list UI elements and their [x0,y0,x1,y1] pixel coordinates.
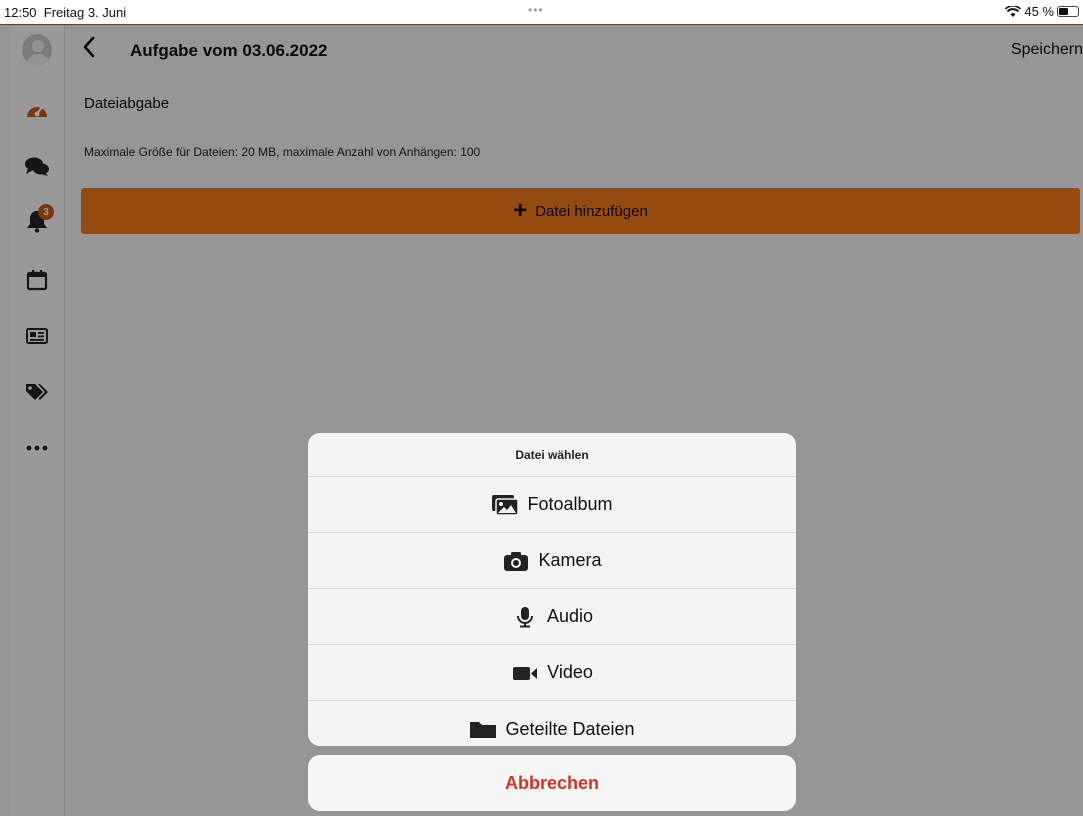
microphone-icon [516,606,533,627]
option-audio[interactable]: Audio [308,589,796,645]
status-bar: 12:50 Freitag 3. Juni ••• 45 % [0,0,1083,24]
cancel-button[interactable]: Abbrechen [308,755,796,811]
option-label: Audio [546,606,594,626]
option-video[interactable]: Video [308,645,796,701]
battery-percent: 45 % [1024,4,1054,19]
battery-icon [1057,6,1079,17]
option-label: Geteilte Dateien [505,718,635,739]
option-shared-files[interactable]: Geteilte Dateien [308,701,796,746]
option-camera[interactable]: Kamera [308,533,796,589]
option-label: Kamera [538,550,602,570]
option-label: Fotoalbum [527,494,613,514]
option-photo-album[interactable]: Fotoalbum [308,477,796,533]
status-right: 45 % [1005,4,1079,19]
option-label: Video [547,662,593,682]
sheet-title: Datei wählen [308,433,796,477]
multitasking-dots[interactable]: ••• [528,3,544,17]
file-picker-sheet: Datei wählen Fotoalbum Kamera Audio Vide… [308,433,796,746]
wifi-icon [1005,5,1022,17]
folder-icon [470,722,497,738]
status-time: 12:50 Freitag 3. Juni [4,5,127,20]
camera-icon [504,551,529,571]
video-icon [513,666,538,680]
photo-album-icon [492,494,520,516]
